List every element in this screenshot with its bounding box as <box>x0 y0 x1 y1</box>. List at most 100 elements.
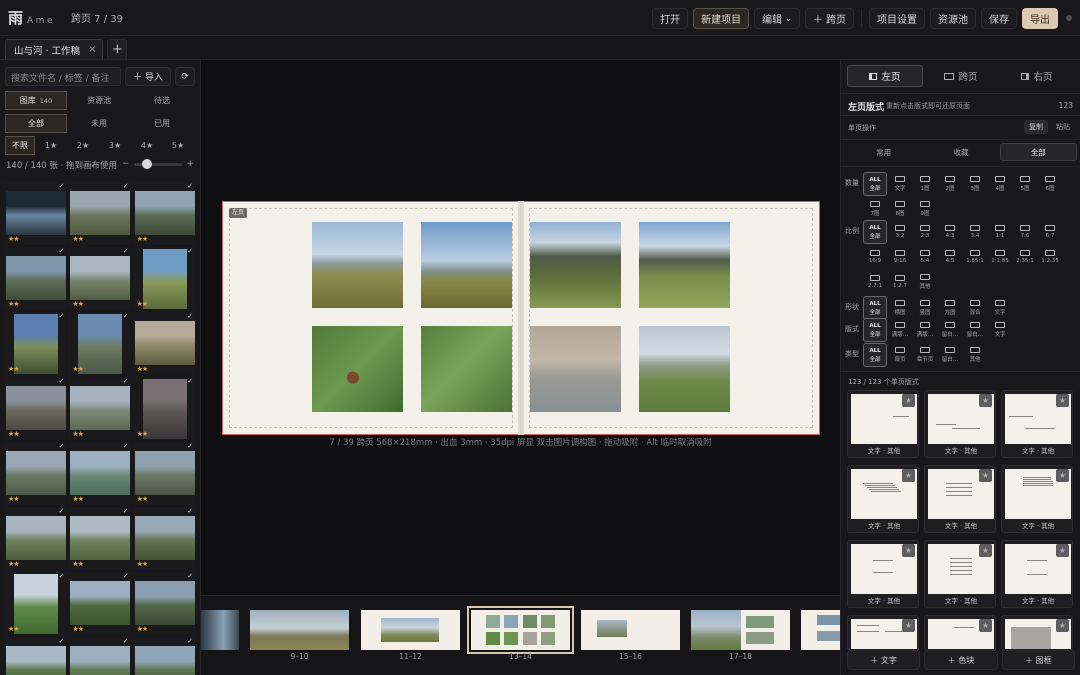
facet-option[interactable]: 2:3 <box>913 220 937 244</box>
layout-card[interactable]: ★ 文字 · 其他 <box>924 540 996 608</box>
facet-option[interactable]: 其他 <box>913 270 937 294</box>
add-tab-button[interactable]: + <box>107 39 128 59</box>
rating-filter-5[interactable]: 5★ <box>163 136 193 155</box>
layout-card[interactable]: ★ 文字 · 其他 <box>1001 540 1073 608</box>
zoom-slider[interactable] <box>133 158 183 169</box>
spread-page[interactable]: 左页 <box>222 201 820 435</box>
layout-card[interactable]: ★ 文字 · 其他 <box>847 540 919 608</box>
facet-option-all[interactable]: ALL 全部 <box>863 343 887 367</box>
photo-thumbnail[interactable]: ✓★★ <box>4 182 67 245</box>
facet-option-all[interactable]: ALL 全部 <box>863 172 887 196</box>
photo-frame[interactable] <box>530 326 621 412</box>
facet-option[interactable]: 扉页 <box>888 343 912 367</box>
facet-option[interactable]: 2.7:1 <box>863 270 887 294</box>
document-tab[interactable]: 山与河 · 工作稿 × <box>5 39 104 59</box>
favorite-star-icon[interactable]: ★ <box>902 469 915 482</box>
paste-button[interactable]: 粘贴 <box>1051 120 1075 134</box>
add-spread-button[interactable]: ＋ 跨页 <box>804 7 854 29</box>
facet-option[interactable]: 8图 <box>888 197 912 221</box>
filmstrip-thumb[interactable] <box>801 610 840 650</box>
tab-spread[interactable]: 跨页 <box>923 65 999 87</box>
facet-option[interactable]: 混合 <box>963 296 987 320</box>
facet-option[interactable]: 满版… <box>913 318 937 342</box>
photo-thumbnail[interactable]: ✓★★ <box>4 637 67 675</box>
photo-thumbnail[interactable]: ✓★★ <box>132 572 195 635</box>
photo-thumbnail[interactable]: ✓★★ <box>68 572 131 635</box>
facet-option[interactable]: 3:2 <box>888 220 912 244</box>
favorite-star-icon[interactable]: ★ <box>1056 394 1069 407</box>
new-project-button[interactable]: 新建项目 <box>693 7 750 29</box>
photo-thumbnail[interactable]: ✓★★ <box>68 377 131 440</box>
photo-frame[interactable] <box>639 326 730 412</box>
open-button[interactable]: 打开 <box>652 7 689 29</box>
photo-thumbnail[interactable]: ✓★★ <box>132 247 195 310</box>
photo-thumbnail[interactable]: ✓★★ <box>68 442 131 505</box>
rating-filter-3[interactable]: 3★ <box>99 136 131 155</box>
facet-option-all[interactable]: ALL 全部 <box>863 318 887 342</box>
favorite-star-icon[interactable]: ★ <box>1056 619 1069 632</box>
facet-option[interactable]: 5图 <box>1013 172 1037 196</box>
facet-option[interactable]: 章节页 <box>913 343 937 367</box>
facet-option[interactable]: 横图 <box>888 296 912 320</box>
facet-option[interactable]: 9图 <box>913 197 937 221</box>
layout-card[interactable]: ★ 文字 · 其他 <box>847 390 919 458</box>
photo-frame[interactable] <box>530 222 621 308</box>
facet-option[interactable]: 3:4 <box>963 220 987 244</box>
layout-card[interactable]: ★ 文字 · 其他 <box>1001 390 1073 458</box>
facet-option[interactable]: 文字 <box>988 318 1012 342</box>
facet-option[interactable]: 1:2.35 <box>1038 245 1062 269</box>
photo-thumbnail[interactable]: ✓★★ <box>132 637 195 675</box>
photo-thumbnail[interactable]: ✓★★ <box>4 572 67 635</box>
view-tab-pending[interactable]: 待选 <box>131 91 193 110</box>
facet-option[interactable]: 留白… <box>963 318 987 342</box>
usage-filter-used[interactable]: 已用 <box>131 114 193 133</box>
photo-thumbnail[interactable]: ✓★★ <box>4 377 67 440</box>
photo-frame[interactable] <box>639 222 730 308</box>
facet-option[interactable]: 1:1.85 <box>988 245 1012 269</box>
facet-option[interactable]: 留白… <box>938 318 962 342</box>
tab-right-page[interactable]: 右页 <box>999 65 1075 87</box>
layout-card[interactable]: ★ 文字 · 其他 <box>1001 465 1073 533</box>
photo-thumbnail[interactable]: ✓★★ <box>132 442 195 505</box>
favorite-star-icon[interactable]: ★ <box>979 469 992 482</box>
filmstrip-thumb[interactable] <box>581 610 680 650</box>
facet-option[interactable]: 9:16 <box>888 245 912 269</box>
usage-filter-unused[interactable]: 未用 <box>67 114 131 133</box>
photo-frame[interactable] <box>421 222 512 308</box>
favorite-star-icon[interactable]: ★ <box>902 619 915 632</box>
filter-favorites[interactable]: 收藏 <box>922 143 999 161</box>
photo-thumbnail[interactable]: ✓★★ <box>4 247 67 310</box>
favorite-star-icon[interactable]: ★ <box>902 544 915 557</box>
zoom-out-icon[interactable]: − <box>122 159 130 169</box>
filter-all[interactable]: 全部 <box>999 143 1077 161</box>
facet-option[interactable]: 4图 <box>988 172 1012 196</box>
photo-thumbnail[interactable]: ✓★★ <box>4 312 67 375</box>
import-button[interactable]: ＋ 导入 <box>125 67 171 86</box>
facet-option-all[interactable]: ALL 全部 <box>863 296 887 320</box>
photo-thumbnail[interactable]: ✓★★ <box>68 507 131 570</box>
facet-option[interactable]: 满版… <box>888 318 912 342</box>
facet-option[interactable]: 1图 <box>913 172 937 196</box>
photo-thumbnail[interactable]: ✓★★ <box>132 312 195 375</box>
photo-frame[interactable] <box>421 326 512 412</box>
facet-option[interactable]: 2图 <box>938 172 962 196</box>
photo-thumbnail[interactable]: ✓★★ <box>68 312 131 375</box>
close-icon[interactable]: × <box>88 44 96 55</box>
photo-thumbnail[interactable]: ✓★★ <box>132 377 195 440</box>
layout-card[interactable]: ★ <box>847 615 919 651</box>
facet-option[interactable]: 4:5 <box>938 245 962 269</box>
facet-option[interactable]: 6:7 <box>1038 220 1062 244</box>
facet-option[interactable]: 7:6 <box>1013 220 1037 244</box>
photo-thumbnail[interactable]: ✓★★ <box>132 182 195 245</box>
facet-option[interactable]: 1.85:1 <box>963 245 987 269</box>
view-tab-library[interactable]: 图库 140 <box>5 91 67 110</box>
favorite-star-icon[interactable]: ★ <box>979 394 992 407</box>
facet-option[interactable]: 留白… <box>938 343 962 367</box>
rating-filter-any[interactable]: 不限 <box>5 136 35 155</box>
zoom-slider-knob[interactable] <box>141 158 152 169</box>
facet-option[interactable]: 文字 <box>988 296 1012 320</box>
project-settings-button[interactable]: 项目设置 <box>869 7 925 29</box>
usage-filter-all[interactable]: 全部 <box>5 114 67 133</box>
photo-thumbnail[interactable]: ✓★★ <box>4 507 67 570</box>
filmstrip-thumb-selected[interactable] <box>467 606 574 654</box>
